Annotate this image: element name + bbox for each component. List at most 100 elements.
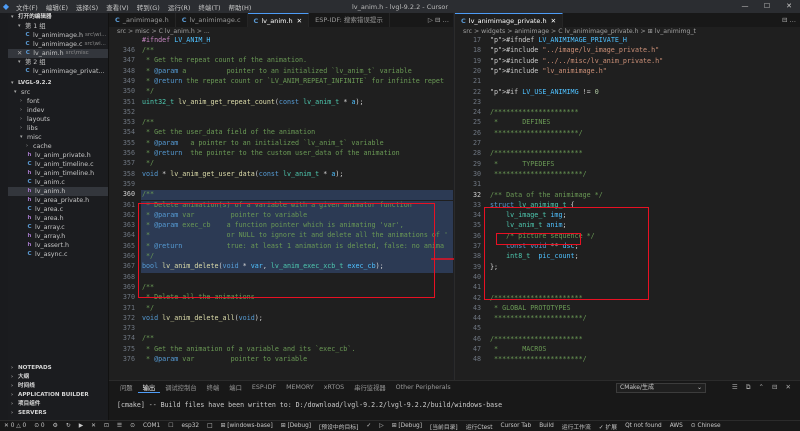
status-item[interactable]: COM1 (139, 423, 164, 429)
status-item[interactable]: ⊞ [windows-base] (217, 423, 277, 429)
sidebar-section-header[interactable]: › 项目组件 (8, 400, 108, 409)
status-item[interactable]: ✕ (87, 423, 100, 429)
editor-tab[interactable]: Clv_animimage_private.h ✕ (455, 13, 564, 27)
status-item[interactable]: [预设中的目标] (315, 422, 362, 431)
tree-item-lv-area-c[interactable]: Clv_area.c (8, 205, 108, 214)
tree-item-cache[interactable]: › cache (8, 142, 108, 151)
tree-item-lv-area-private-h[interactable]: h lv_area_private.h (8, 196, 108, 205)
tree-item-indev[interactable]: › indev (8, 106, 108, 115)
group-1-label[interactable]: ▾ 第 1 组 (8, 22, 108, 31)
open-editor-item[interactable]: Clv_animimage_privat... (8, 67, 108, 76)
menu-item[interactable]: 转到(G) (133, 2, 164, 12)
right-code-area[interactable]: 17 "p">#ifndef LV_ANIMIMAGE_PRIVATE_H 18 "p… (455, 36, 800, 371)
tree-item-label: libs (27, 125, 38, 132)
close-icon[interactable]: ✕ (297, 17, 302, 25)
status-item[interactable]: ✓ 扩展 (595, 422, 621, 431)
status-item[interactable]: □ (203, 423, 216, 429)
status-item[interactable]: 运行Ctest (462, 422, 497, 431)
tree-item-src[interactable]: ▾ src (8, 88, 108, 97)
open-editor-item[interactable]: Clv_animimage.h src\wi... (8, 31, 108, 40)
status-item[interactable]: ☰ (113, 423, 126, 429)
panel-tab[interactable]: Other Peripherals (391, 384, 456, 391)
status-item[interactable]: ✓ (362, 423, 375, 429)
minimize-button[interactable]: — (734, 0, 756, 13)
status-item[interactable]: ⊙ Chinese (687, 423, 725, 429)
status-item[interactable]: [当前目录] (426, 422, 462, 431)
line-number: 349 (122, 76, 135, 85)
sidebar-section-header[interactable]: › SERVERS (8, 409, 108, 418)
right-breadcrumb[interactable]: src > widgets > animimage > C lv_animima… (455, 27, 800, 36)
panel-tab[interactable]: 端口 (224, 383, 247, 392)
sidebar-section-header[interactable]: › 时间线 (8, 382, 108, 391)
close-icon[interactable]: ✕ (551, 17, 556, 25)
menu-item[interactable]: 运行(R) (164, 2, 195, 12)
right-tab-actions[interactable]: ⊟ … (782, 13, 796, 27)
menu-item[interactable]: 终端(T) (194, 2, 224, 12)
status-item[interactable]: ⊙ 0 (30, 423, 48, 429)
status-item[interactable]: ☐ (164, 423, 177, 429)
status-item[interactable]: ✕ 0 △ 0 (0, 423, 30, 429)
editor-tab[interactable]: Clv_animimage.c (176, 13, 248, 27)
status-item[interactable]: ⊞ [Debug] (277, 423, 315, 429)
tree-item-lv-anim-timeline-c[interactable]: Clv_anim_timeline.c (8, 160, 108, 169)
tree-item-misc[interactable]: ▾ misc (8, 133, 108, 142)
tree-item-lv-array-h[interactable]: h lv_array.h (8, 232, 108, 241)
tree-item-lv-anim-h[interactable]: h lv_anim.h (8, 187, 108, 196)
panel-tab[interactable]: 终端 (202, 383, 225, 392)
open-editor-item[interactable]: ✕ Clv_anim.h src\misc (8, 49, 108, 58)
open-editors-header[interactable]: ▾ 打开的编辑器 (8, 13, 108, 22)
project-header[interactable]: ▾ LVGL-9.2.2 (8, 79, 108, 88)
menu-item[interactable]: 文件(F) (12, 2, 42, 12)
menu-item[interactable]: 编辑(E) (42, 2, 72, 12)
panel-tab[interactable]: ESP-IDF (247, 384, 281, 391)
status-item[interactable]: Cursor Tab (496, 423, 535, 429)
status-item[interactable]: ⊡ (100, 423, 113, 429)
status-item[interactable]: ↻ (62, 423, 75, 429)
status-item[interactable]: ▷ (375, 423, 387, 429)
menu-item[interactable]: 选择(S) (72, 2, 102, 12)
status-item[interactable]: AWS (666, 423, 687, 429)
group-2-label[interactable]: ▾ 第 2 组 (8, 58, 108, 67)
status-item[interactable]: ⊞ [Debug] (388, 423, 426, 429)
tree-item-font[interactable]: › font (8, 97, 108, 106)
panel-actions[interactable]: ☰ ⧉ ⌃ ⊟ ✕ (732, 383, 794, 392)
tree-item-lv-async-c[interactable]: Clv_async.c (8, 250, 108, 259)
status-item[interactable]: esp32 (177, 423, 203, 429)
tree-item-lv-anim-private-h[interactable]: h lv_anim_private.h (8, 151, 108, 160)
status-item[interactable]: ⚙ (49, 423, 62, 429)
close-window-button[interactable]: ✕ (778, 0, 800, 13)
cursor-logo-icon: ◆ (2, 2, 10, 11)
status-item[interactable]: 运行工作流 (558, 422, 595, 431)
close-icon[interactable]: ✕ (17, 49, 22, 58)
open-editor-item[interactable]: Clv_animimage.c src\wi... (8, 40, 108, 49)
panel-tab[interactable]: 调试控制台 (160, 383, 201, 392)
editor-tab[interactable]: C _animimage.h (109, 13, 176, 27)
tree-item-lv-anim-timeline-h[interactable]: h lv_anim_timeline.h (8, 169, 108, 178)
panel-tab[interactable]: 输出 (137, 383, 161, 393)
sidebar-section-header[interactable]: › 大纲 (8, 373, 108, 382)
tree-item-lv-array-c[interactable]: Clv_array.c (8, 223, 108, 232)
panel-tab[interactable]: MEMORY (281, 384, 319, 391)
left-breadcrumb[interactable]: src > misc > C lv_anim.h > ... (109, 27, 453, 36)
status-item[interactable]: Build (535, 423, 558, 429)
maximize-button[interactable]: ☐ (756, 0, 778, 13)
tree-item-libs[interactable]: › libs (8, 124, 108, 133)
editor-tab[interactable]: ESP-IDF: 搜索错误提示 (309, 13, 390, 27)
sidebar-section-header[interactable]: › APPLICATION BUILDER (8, 391, 108, 400)
output-channel-select[interactable]: CMake/生成 ⌄ (616, 383, 706, 393)
left-tab-actions[interactable]: ▷ ⊟ … (428, 13, 449, 27)
tree-item-lv-assert-h[interactable]: h lv_assert.h (8, 241, 108, 250)
editor-tab[interactable]: Clv_anim.h ✕ (247, 13, 310, 27)
panel-tab[interactable]: xRTOS (319, 384, 349, 391)
menu-item[interactable]: 查看(V) (102, 2, 133, 12)
tree-item-layouts[interactable]: › layouts (8, 115, 108, 124)
panel-tab[interactable]: 串行监视器 (349, 383, 390, 392)
tree-item-lv-area-h[interactable]: h lv_area.h (8, 214, 108, 223)
status-item[interactable]: ⊙ (126, 423, 139, 429)
panel-tab[interactable]: 问题 (115, 383, 138, 392)
status-item[interactable]: Qt not found (621, 423, 666, 429)
sidebar-section-header[interactable]: › NOTEPADS (8, 364, 108, 373)
tree-item-lv-anim-c[interactable]: Clv_anim.c (8, 178, 108, 187)
menu-item[interactable]: 帮助(H) (224, 2, 255, 12)
status-item[interactable]: ▶ (75, 423, 87, 429)
